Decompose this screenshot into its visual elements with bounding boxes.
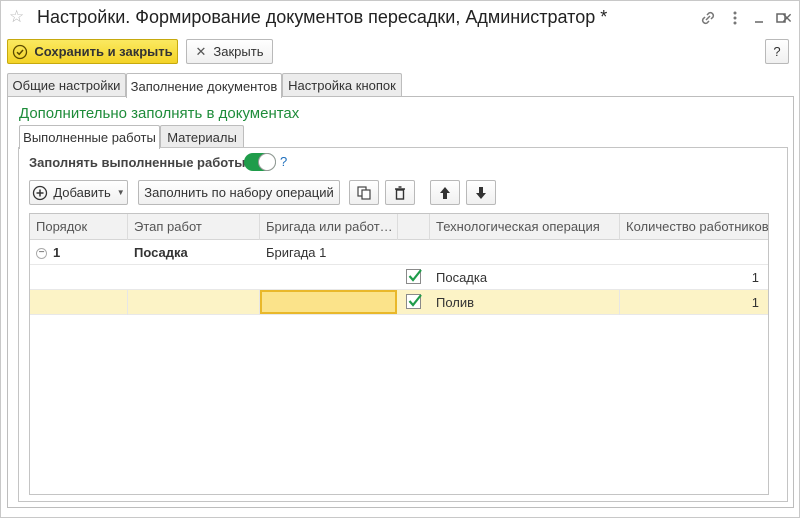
- order-value: 1: [53, 245, 61, 260]
- brigade-cell: Бригада 1: [266, 245, 327, 260]
- fill-completed-works-label: Заполнять выполненные работы:: [29, 155, 250, 170]
- save-and-close-button[interactable]: Сохранить и закрыть: [7, 39, 178, 64]
- table-row[interactable]: Посадка 1: [30, 265, 768, 290]
- main-toolbar: Сохранить и закрыть ✕ Закрыть ?: [1, 39, 799, 65]
- trash-icon: [395, 185, 405, 200]
- tab-completed-works[interactable]: Выполненные работы: [19, 125, 160, 149]
- check-circle-icon: [13, 44, 28, 59]
- tab-general-settings[interactable]: Общие настройки: [7, 73, 126, 97]
- chevron-down-icon: ▼: [116, 188, 125, 197]
- table-row[interactable]: −1 Посадка Бригада 1: [30, 240, 768, 265]
- delete-button[interactable]: [385, 180, 415, 205]
- close-label: Закрыть: [213, 44, 264, 59]
- stage-cell: [128, 290, 260, 315]
- plus-circle-icon: [33, 185, 48, 200]
- copy-icon: [357, 185, 371, 200]
- table-row-selected[interactable]: Полив 1: [30, 290, 768, 315]
- tab-buttons-settings[interactable]: Настройка кнопок: [282, 73, 402, 97]
- table-header: Порядок Этап работ Бригада или работ… Те…: [30, 214, 768, 240]
- column-header-stage[interactable]: Этап работ: [128, 214, 260, 240]
- add-button[interactable]: Добавить ▼: [29, 180, 128, 205]
- checkmark-icon: [408, 294, 422, 307]
- link-icon[interactable]: [698, 8, 718, 28]
- more-icon[interactable]: [725, 8, 745, 28]
- close-x-icon: ✕: [195, 43, 207, 59]
- tab-label: Материалы: [167, 129, 237, 145]
- settings-window: ☆ Настройки. Формирование документов пер…: [0, 0, 800, 518]
- fill-by-operations-button[interactable]: Заполнить по набору операций: [138, 180, 340, 205]
- order-cell: [30, 265, 128, 290]
- minimize-icon[interactable]: [749, 8, 769, 28]
- brigade-cell-focused[interactable]: [260, 290, 397, 314]
- tab-materials[interactable]: Материалы: [160, 125, 244, 148]
- save-and-close-label: Сохранить и закрыть: [34, 44, 173, 59]
- tab-label: Настройка кнопок: [288, 78, 396, 93]
- operation-checkbox[interactable]: [406, 269, 422, 284]
- collapse-icon[interactable]: −: [36, 248, 47, 260]
- arrow-up-icon: [440, 186, 450, 199]
- column-header-order[interactable]: Порядок: [30, 214, 128, 240]
- stage-cell: Посадка: [134, 245, 188, 260]
- move-up-button[interactable]: [430, 180, 460, 205]
- fill-help-link[interactable]: ?: [280, 154, 287, 169]
- stage-cell: [128, 265, 260, 290]
- column-header-brigade[interactable]: Бригада или работ…: [260, 214, 398, 240]
- add-label: Добавить: [53, 185, 111, 200]
- window-close-icon[interactable]: ✕: [777, 8, 797, 28]
- fill-by-operations-label: Заполнить по набору операций: [144, 185, 334, 200]
- help-button[interactable]: ?: [765, 39, 789, 64]
- operation-cell: Полив: [430, 290, 620, 315]
- checkmark-icon: [408, 269, 422, 282]
- arrow-down-icon: [476, 186, 486, 199]
- column-header-check[interactable]: [398, 214, 430, 240]
- tab-label: Общие настройки: [12, 78, 121, 93]
- help-label: ?: [773, 44, 781, 59]
- workers-cell: 1: [751, 270, 759, 285]
- window-title: Настройки. Формирование документов перес…: [37, 7, 608, 27]
- order-cell: −1: [30, 240, 128, 265]
- title-bar: ☆ Настройки. Формирование документов пер…: [1, 1, 799, 35]
- tab-label: Выполненные работы: [23, 130, 156, 145]
- section-title: Дополнительно заполнять в документах: [19, 105, 300, 122]
- copy-button[interactable]: [349, 180, 379, 205]
- favorite-star-icon[interactable]: ☆: [9, 8, 24, 26]
- move-down-button[interactable]: [466, 180, 496, 205]
- brigade-cell: [260, 265, 398, 290]
- operation-cell: Посадка: [436, 270, 488, 285]
- column-header-operation[interactable]: Технологическая операция: [430, 214, 620, 240]
- works-table[interactable]: Порядок Этап работ Бригада или работ… Те…: [29, 213, 769, 495]
- order-cell: [30, 290, 128, 315]
- workers-cell: 1: [751, 295, 759, 310]
- operation-checkbox[interactable]: [406, 294, 422, 309]
- tab-label: Заполнение документов: [130, 78, 278, 94]
- tab-documents-filling[interactable]: Заполнение документов: [126, 73, 282, 98]
- fill-completed-works-toggle[interactable]: [244, 153, 276, 171]
- column-header-workers[interactable]: Количество работников: [620, 214, 768, 240]
- close-button[interactable]: ✕ Закрыть: [186, 39, 273, 64]
- toggle-knob: [258, 153, 276, 171]
